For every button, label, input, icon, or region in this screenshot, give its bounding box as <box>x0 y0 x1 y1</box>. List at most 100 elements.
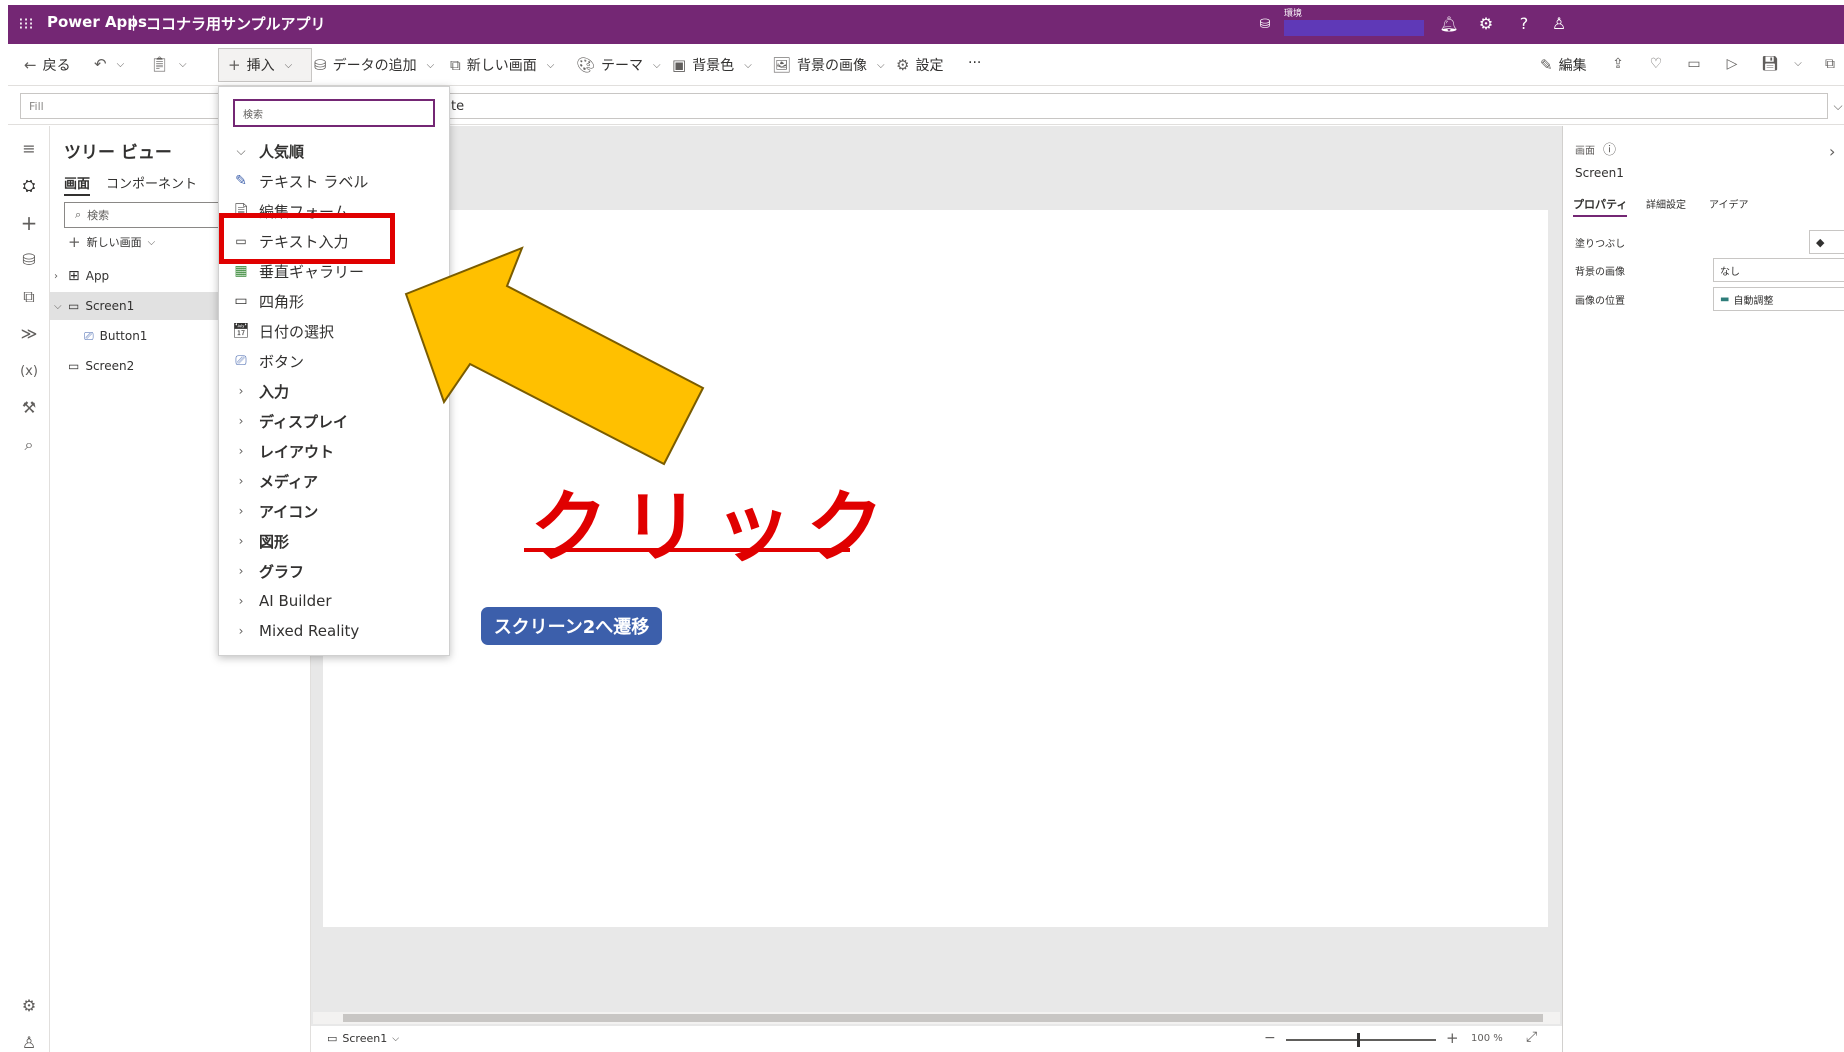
background-image-label: 背景の画像 <box>797 58 868 74</box>
tree-new-screen-button[interactable]: + 新しい画面 ⌵ <box>68 233 155 251</box>
tree-new-screen-chevron-icon: ⌵ <box>147 236 156 248</box>
horizontal-scrollbar[interactable] <box>313 1012 1560 1024</box>
insert-plus-icon[interactable]: + <box>8 208 50 238</box>
zoom-slider[interactable] <box>1286 1039 1436 1041</box>
zoom-slider-thumb[interactable] <box>1357 1033 1360 1047</box>
share-icon[interactable]: ⇪ <box>1608 54 1628 74</box>
category-media[interactable]: › メディア <box>219 466 449 496</box>
fit-to-window-icon[interactable]: ⤢ <box>1526 1029 1537 1045</box>
app-launcher-icon[interactable]: ⁝⁝⁝ <box>12 11 40 37</box>
tab-ideas[interactable]: アイデア <box>1709 196 1749 211</box>
power-automate-icon[interactable]: ≫ <box>8 319 50 349</box>
formula-input[interactable]: te <box>448 93 1828 119</box>
category-mixed-reality[interactable]: › Mixed Reality <box>219 616 449 646</box>
selected-screen-name: Screen1 <box>1575 166 1624 180</box>
tab-components[interactable]: コンポーネント <box>106 173 197 192</box>
search-icon[interactable]: ⌕ <box>8 430 50 460</box>
info-icon[interactable]: ⓘ <box>1603 139 1616 158</box>
category-collapsed-chevron-icon: › <box>238 504 244 518</box>
tab-screens[interactable]: 画面 <box>64 173 91 196</box>
comments-icon[interactable]: ▭ <box>1684 54 1704 74</box>
edit-button[interactable]: ✎ 編集 <box>1540 55 1587 75</box>
publish-icon[interactable]: ⧉ <box>1820 54 1840 74</box>
rail-settings-icon[interactable]: ⚙ <box>8 991 50 1021</box>
more-button[interactable]: ··· <box>968 55 981 71</box>
insert-button[interactable]: + 挿入 ⌵ <box>228 55 292 75</box>
click-annotation-underline <box>524 548 850 552</box>
insert-search-placeholder: 検索 <box>243 109 263 121</box>
save-icon[interactable]: 💾︎ <box>1760 54 1780 74</box>
back-button[interactable]: ← 戻る <box>24 55 71 75</box>
expand-chevron-icon[interactable]: › <box>54 271 66 282</box>
preview-play-icon[interactable]: ▷ <box>1722 54 1742 74</box>
undo-icon: ↶ <box>94 55 107 73</box>
add-data-button[interactable]: ⛁ データの追加 ⌵ <box>314 55 434 75</box>
paste-chevron-icon[interactable]: ⌵ <box>179 59 187 70</box>
tools-icon[interactable]: ⚒ <box>8 393 50 423</box>
zoom-in-icon[interactable]: + <box>1446 1029 1459 1047</box>
environment-selector[interactable] <box>1284 20 1424 36</box>
click-annotation: クリック <box>530 483 899 573</box>
zoom-out-icon[interactable]: − <box>1264 1030 1276 1046</box>
background-color-button[interactable]: ▣ 背景色 ⌵ <box>672 55 752 75</box>
fill-bucket-icon: ◆ <box>1816 235 1825 249</box>
insert-search-input[interactable]: 検索 <box>233 99 435 127</box>
category-shapes[interactable]: › 図形 <box>219 526 449 556</box>
help-icon[interactable]: ? <box>1513 13 1535 35</box>
property-dropdown[interactable]: Fill <box>20 93 230 119</box>
category-label: AI Builder <box>259 592 332 610</box>
image-position-dropdown[interactable]: ▬ 自動調整 <box>1713 287 1844 311</box>
tree-search-placeholder: 検索 <box>87 209 110 222</box>
tree-new-screen-plus-icon: + <box>68 233 81 251</box>
collapse-panel-icon[interactable]: › <box>1829 142 1835 161</box>
settings-gear-icon[interactable]: ⚙ <box>1475 13 1497 35</box>
category-collapsed-chevron-icon: › <box>238 414 244 428</box>
canvas-transition-button[interactable]: スクリーン2へ遷移 <box>481 607 662 645</box>
user-avatar-icon[interactable]: ♙ <box>1548 13 1570 35</box>
theme-button[interactable]: 🎨︎ テーマ ⌵ <box>576 55 661 75</box>
tree-item-label: Button1 <box>99 329 148 343</box>
category-icons[interactable]: › アイコン <box>219 496 449 526</box>
paste-button[interactable]: 📋︎ ⌵ <box>150 55 187 73</box>
tab-advanced[interactable]: 詳細設定 <box>1646 196 1686 211</box>
tree-view-layers-icon[interactable]: ⛭ <box>8 171 50 201</box>
tree-search-input[interactable]: ⌕ 検索 <box>64 202 244 228</box>
data-cylinder-icon[interactable]: ⛁ <box>8 245 50 275</box>
notifications-icon[interactable]: 🔔︎ <box>1438 13 1460 35</box>
background-image-button[interactable]: 🖼︎ 背景の画像 ⌵ <box>772 55 885 75</box>
category-ai-builder[interactable]: › AI Builder <box>219 586 449 616</box>
menu-item-text-label[interactable]: ✎ テキスト ラベル <box>219 166 449 196</box>
app-checker-icon[interactable]: ♡ <box>1646 54 1666 74</box>
tab-properties[interactable]: プロパティ <box>1573 196 1628 217</box>
app-title: ココナラ用サンプルアプリ <box>146 15 326 33</box>
variables-icon[interactable]: (x) <box>8 356 50 386</box>
save-chevron-icon[interactable]: ⌵ <box>1790 54 1806 74</box>
category-label: メディア <box>259 472 318 491</box>
tree-view-title: ツリー ビュー <box>64 143 172 163</box>
edit-label: 編集 <box>1558 58 1587 74</box>
formula-expand-chevron-icon[interactable]: ⌵ <box>1830 97 1844 115</box>
hamburger-menu-icon[interactable]: ≡ <box>8 134 50 164</box>
virtual-agent-icon[interactable]: ♙ <box>8 1028 50 1052</box>
fill-icon: ▣ <box>672 56 687 74</box>
fill-color-picker[interactable]: ◆ <box>1809 230 1844 254</box>
environment-icon[interactable]: ⛁ <box>1254 13 1276 35</box>
category-collapsed-chevron-icon: › <box>238 534 244 548</box>
undo-chevron-icon[interactable]: ⌵ <box>117 59 125 70</box>
undo-button[interactable]: ↶ ⌵ <box>94 55 124 73</box>
category-popular[interactable]: ⌵ 人気順 <box>219 136 449 166</box>
highlight-box <box>219 213 395 264</box>
collapse-chevron-icon[interactable]: ⌵ <box>54 301 66 312</box>
scrollbar-thumb[interactable] <box>343 1014 1543 1022</box>
image-icon: 🖼︎ <box>772 56 792 74</box>
media-icon[interactable]: ⧉ <box>8 282 50 312</box>
new-screen-button[interactable]: ⧉ 新しい画面 ⌵ <box>450 55 554 75</box>
category-collapsed-chevron-icon: › <box>238 444 244 458</box>
settings-button[interactable]: ⚙ 設定 <box>896 55 943 75</box>
settings-label: 設定 <box>915 58 944 74</box>
background-image-dropdown[interactable]: なし <box>1713 258 1844 282</box>
category-collapsed-chevron-icon: › <box>238 474 244 488</box>
palette-icon: 🎨︎ <box>576 56 596 74</box>
screen-selector[interactable]: ▭ Screen1 ⌵ <box>327 1032 399 1045</box>
category-charts[interactable]: › グラフ <box>219 556 449 586</box>
